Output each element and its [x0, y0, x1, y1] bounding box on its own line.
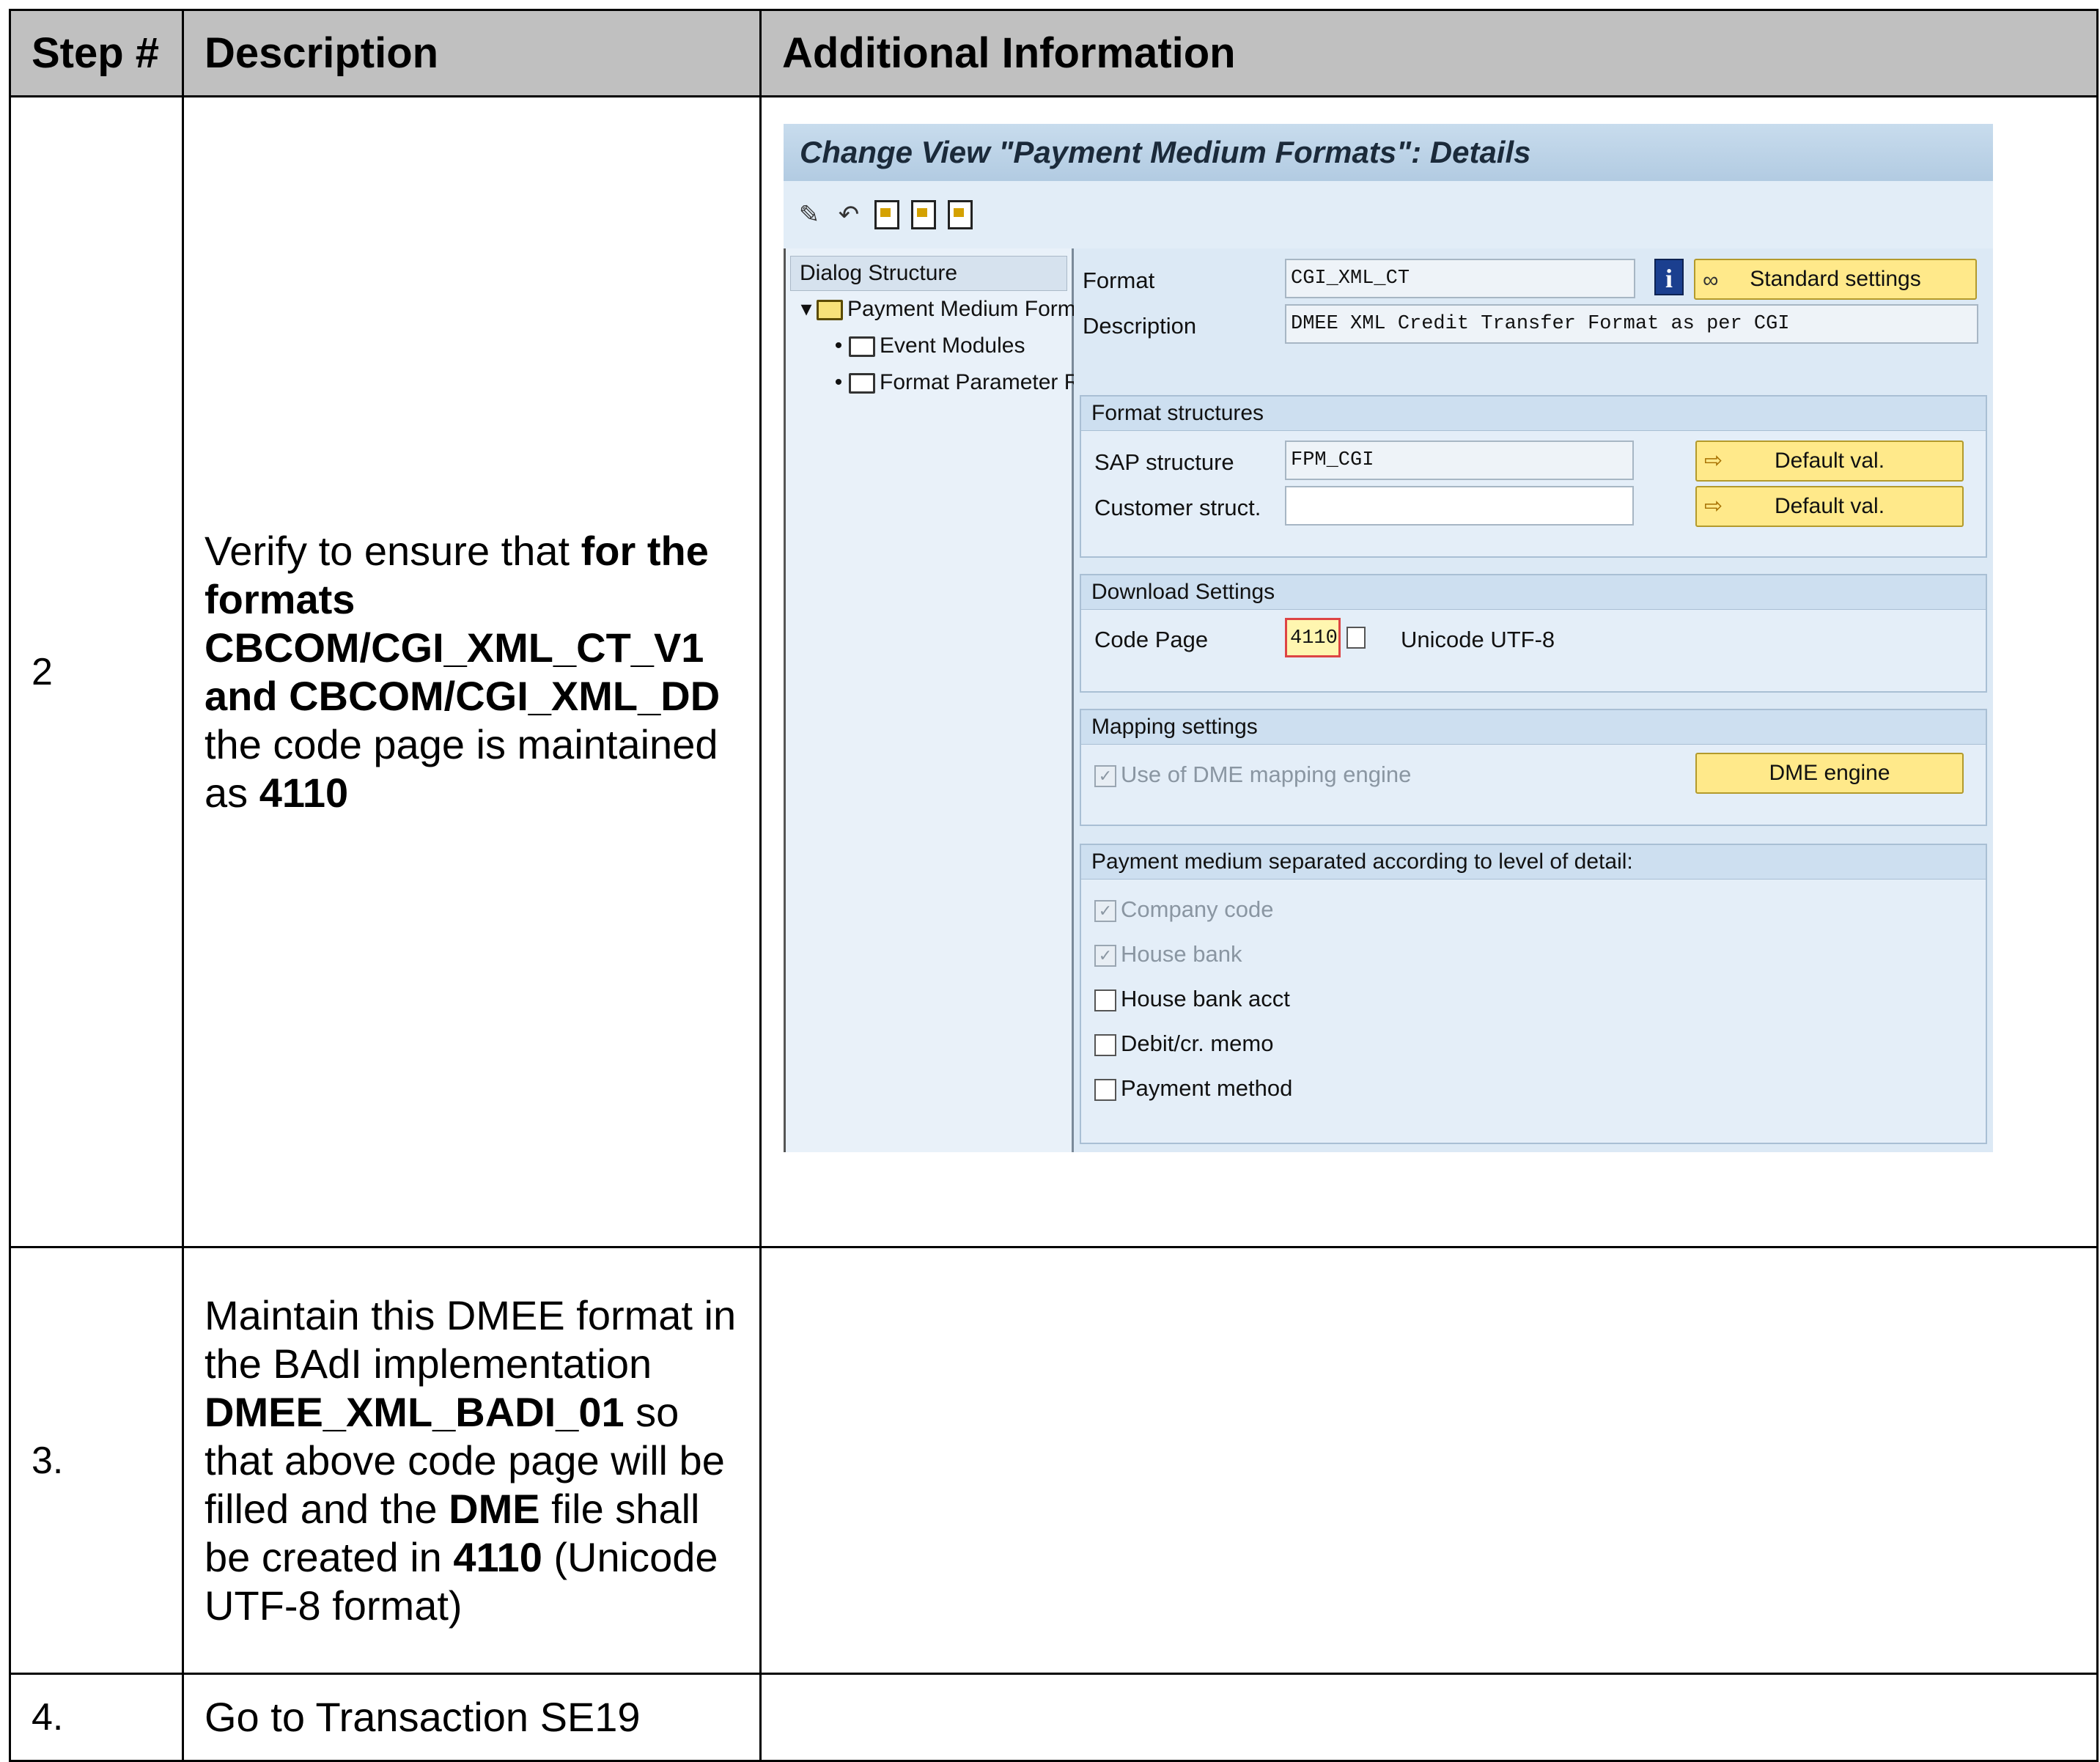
step-description: Maintain this DMEE format in the BAdI im…: [182, 1246, 762, 1675]
standard-settings-label: Standard settings: [1750, 267, 1921, 291]
step-description: Go to Transaction SE19: [182, 1673, 762, 1762]
customer-struct-field[interactable]: [1285, 486, 1634, 526]
instruction-table: Step # Description Additional Informatio…: [9, 9, 2099, 1762]
download-settings-header: Download Settings: [1081, 575, 1986, 610]
step-number: 4.: [9, 1673, 184, 1762]
details-panel: Format CGI_XML_CT i ∞ Standard settings D…: [1074, 248, 1993, 1152]
tree-item-label: Event Modules: [880, 333, 1025, 358]
table-header-row: Step # Description Additional Informatio…: [9, 9, 2099, 97]
folder-icon: [849, 373, 875, 394]
tree-item-label: Payment Medium Form: [847, 297, 1076, 321]
checkbox-label: House bank acct: [1121, 986, 1290, 1011]
step-number: 3.: [9, 1246, 184, 1675]
desc-text: Maintain this DMEE format in the BAdI im…: [205, 1291, 737, 1387]
additional-info-cell: [759, 1673, 2099, 1762]
tree-item-payment-medium-formats[interactable]: ▾ Payment Medium Form: [786, 291, 1075, 328]
glasses-icon: ∞: [1703, 268, 1719, 292]
payment-method-checkbox[interactable]: Payment method: [1094, 1075, 1292, 1102]
checkbox-checked-icon: ✓: [1094, 944, 1116, 967]
mapping-settings-group: Mapping settings ✓ Use of DME mapping eng…: [1080, 709, 1987, 826]
arrow-right-icon: ⇨: [1704, 494, 1723, 518]
checkbox-unchecked-icon: [1094, 989, 1116, 1011]
desc-bold: 4110: [259, 769, 349, 816]
pencil-icon[interactable]: ✎: [795, 201, 823, 229]
desc-text: Verify to ensure that: [205, 527, 581, 574]
format-field[interactable]: CGI_XML_CT: [1285, 259, 1635, 298]
description-field[interactable]: DMEE XML Credit Transfer Format as per C…: [1285, 304, 1978, 344]
header-description: Description: [182, 9, 762, 97]
header-step: Step #: [9, 9, 184, 97]
step-description: Verify to ensure that for the formats CB…: [182, 95, 762, 1248]
mapping-settings-header: Mapping settings: [1081, 710, 1986, 745]
doc-next-icon[interactable]: [911, 200, 936, 229]
house-bank-checkbox[interactable]: ✓ House bank: [1094, 941, 1242, 967]
checkbox-unchecked-icon: [1094, 1078, 1116, 1101]
folder-open-icon: [817, 300, 843, 321]
desc-bold: DMEE_XML_BADI_01: [205, 1388, 625, 1435]
description-label: Description: [1083, 313, 1197, 339]
bullet-icon: •: [834, 370, 843, 394]
folder-icon: [849, 336, 875, 358]
desc-bold: DME: [449, 1485, 540, 1532]
tree-item-event-modules[interactable]: • Event Modules: [786, 328, 1072, 364]
doc-list-icon[interactable]: [948, 200, 973, 229]
info-button[interactable]: i: [1654, 259, 1684, 295]
default-val-button[interactable]: ⇨ Default val.: [1695, 440, 1964, 482]
format-structures-header: Format structures: [1081, 397, 1986, 431]
dialog-structure-header: Dialog Structure: [790, 256, 1067, 291]
value-help-icon[interactable]: [1346, 627, 1366, 649]
table-row: 4. Go to Transaction SE19: [9, 1673, 2099, 1762]
download-settings-group: Download Settings Code Page 4110 Unicode…: [1080, 574, 1987, 693]
step-number: 2: [9, 95, 184, 1248]
undo-icon[interactable]: ↶: [835, 201, 863, 229]
table-row: 3. Maintain this DMEE format in the BAdI…: [9, 1246, 2099, 1675]
desc-text: Go to Transaction SE19: [205, 1694, 641, 1740]
desc-bold: 4110: [453, 1533, 542, 1580]
checkbox-label: Company code: [1121, 896, 1274, 922]
dme-mapping-checkbox[interactable]: ✓ Use of DME mapping engine: [1094, 762, 1411, 788]
code-page-text: Unicode UTF-8: [1401, 627, 1555, 652]
additional-info-cell: Change View "Payment Medium Formats": De…: [759, 95, 2099, 1248]
dme-engine-button[interactable]: DME engine: [1695, 753, 1964, 794]
additional-info-cell: [759, 1246, 2099, 1675]
bullet-icon: •: [834, 333, 843, 358]
default-val-button[interactable]: ⇨ Default val.: [1695, 486, 1964, 527]
dialog-structure-panel: Dialog Structure ▾ Payment Medium Form • E…: [784, 248, 1080, 1152]
checkbox-label: Use of DME mapping engine: [1121, 762, 1412, 787]
checkbox-checked-icon: ✓: [1094, 764, 1116, 787]
checkbox-label: Payment method: [1121, 1075, 1293, 1101]
header-additional-info: Additional Information: [759, 9, 2099, 97]
default-val-label: Default val.: [1774, 494, 1885, 518]
format-label: Format: [1083, 268, 1155, 293]
customer-struct-label: Customer struct.: [1094, 495, 1261, 520]
expand-triangle-icon[interactable]: ▾: [796, 291, 817, 328]
sap-structure-label: SAP structure: [1094, 449, 1234, 475]
checkbox-checked-icon: ✓: [1094, 899, 1116, 922]
company-code-checkbox[interactable]: ✓ Company code: [1094, 896, 1274, 923]
tree-item-label: Format Parameter R: [880, 370, 1080, 394]
checkbox-label: House bank: [1121, 941, 1242, 967]
sap-screenshot: Change View "Payment Medium Formats": De…: [784, 124, 1993, 1152]
table-row: 2 Verify to ensure that for the formats …: [9, 95, 2099, 1248]
payment-medium-header: Payment medium separated according to le…: [1081, 845, 1986, 880]
code-page-field[interactable]: 4110: [1285, 618, 1341, 657]
sap-toolbar: ✎ ↶: [784, 181, 1993, 250]
format-structures-group: Format structures SAP structure FPM_CGI …: [1080, 395, 1987, 558]
sap-structure-field[interactable]: FPM_CGI: [1285, 440, 1634, 480]
code-page-label: Code Page: [1094, 627, 1209, 652]
sap-window-title: Change View "Payment Medium Formats": De…: [784, 124, 1993, 181]
debit-cr-memo-checkbox[interactable]: Debit/cr. memo: [1094, 1031, 1273, 1057]
tree-item-format-parameter[interactable]: • Format Parameter R: [786, 364, 1080, 401]
arrow-right-icon: ⇨: [1704, 449, 1723, 473]
house-bank-acct-checkbox[interactable]: House bank acct: [1094, 986, 1290, 1012]
doc-icon[interactable]: [874, 200, 899, 229]
payment-medium-group: Payment medium separated according to le…: [1080, 844, 1987, 1144]
default-val-label: Default val.: [1774, 449, 1885, 473]
standard-settings-button[interactable]: ∞ Standard settings: [1694, 259, 1977, 300]
checkbox-label: Debit/cr. memo: [1121, 1031, 1274, 1056]
checkbox-unchecked-icon: [1094, 1033, 1116, 1056]
